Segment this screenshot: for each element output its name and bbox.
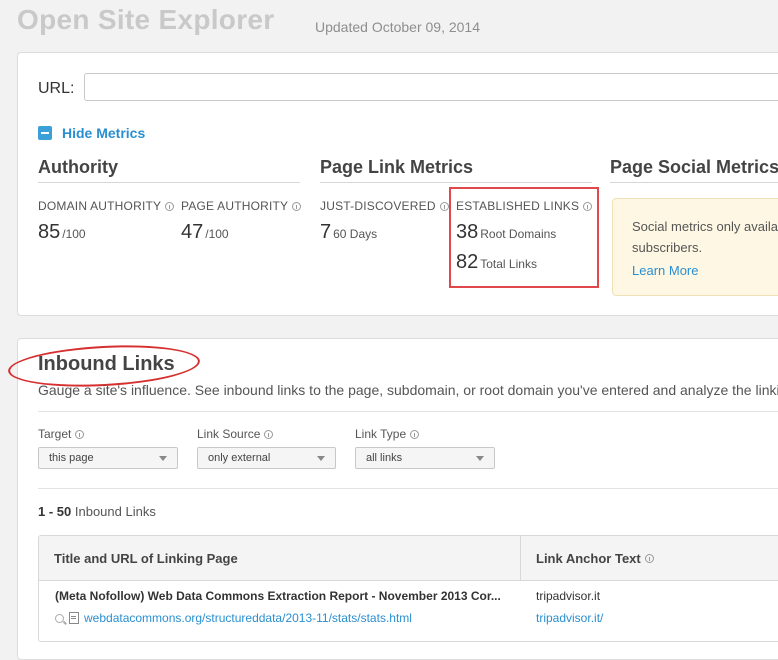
page-social-metrics-divider bbox=[610, 182, 778, 183]
link-type-select-value: all links bbox=[366, 452, 403, 464]
link-type-select[interactable]: all links bbox=[355, 447, 495, 469]
inbound-links-panel: Inbound Links Gauge a site's influence. … bbox=[7, 338, 778, 660]
column-header-anchor-text[interactable]: Link Anchor Text bbox=[536, 551, 654, 566]
inbound-links-count: 1 - 50 Inbound Links bbox=[38, 504, 156, 519]
authority-heading: Authority bbox=[38, 157, 118, 177]
info-icon[interactable] bbox=[165, 201, 175, 211]
just-discovered-label: JUST-DISCOVERED bbox=[320, 199, 449, 213]
domain-authority-unit: /100 bbox=[62, 227, 86, 241]
count-suffix: Inbound Links bbox=[74, 504, 156, 519]
social-notice-text: Social metrics only availab subscribers.… bbox=[632, 216, 778, 281]
domain-authority-label-text: DOMAIN AUTHORITY bbox=[38, 199, 162, 213]
link-source-select[interactable]: only external bbox=[197, 447, 336, 469]
metrics-panel: URL: Hide Metrics Authority Page Link Me… bbox=[17, 52, 778, 316]
link-source-select-value: only external bbox=[208, 452, 271, 464]
social-metrics-notice: Social metrics only availab subscribers.… bbox=[612, 198, 778, 296]
info-icon[interactable] bbox=[292, 201, 302, 211]
domain-authority-number: 85 bbox=[38, 221, 61, 243]
info-icon[interactable] bbox=[410, 429, 420, 439]
page-authority-unit: /100 bbox=[205, 227, 229, 241]
chevron-down-icon bbox=[317, 456, 325, 461]
domain-authority-value: 85/100 bbox=[38, 221, 86, 244]
updated-date: Updated October 09, 2014 bbox=[315, 19, 481, 35]
info-icon[interactable] bbox=[264, 429, 274, 439]
page-icon[interactable] bbox=[69, 612, 79, 624]
page-authority-label-text: PAGE AUTHORITY bbox=[181, 199, 289, 213]
link-type-filter-label: Link Type bbox=[355, 427, 420, 441]
linking-page-url[interactable]: webdatacommons.org/structureddata/2013-1… bbox=[84, 611, 412, 625]
table-row: (Meta Nofollow) Web Data Commons Extract… bbox=[39, 581, 778, 641]
url-label: URL: bbox=[38, 80, 75, 97]
anchor-target-url[interactable]: tripadvisor.it/ bbox=[536, 611, 603, 625]
inbound-links-heading: Inbound Links bbox=[38, 353, 175, 375]
magnifier-icon[interactable] bbox=[55, 613, 64, 623]
linking-page-url-cell: webdatacommons.org/structureddata/2013-1… bbox=[55, 611, 412, 625]
url-input[interactable] bbox=[84, 73, 778, 101]
social-notice-line2: subscribers. bbox=[632, 240, 703, 255]
just-discovered-unit: 60 Days bbox=[333, 227, 378, 241]
app-title: Open Site Explorer bbox=[17, 4, 275, 35]
just-discovered-number: 7 bbox=[320, 221, 332, 243]
target-filter-label: Target bbox=[38, 427, 85, 441]
domain-authority-label: DOMAIN AUTHORITY bbox=[38, 199, 175, 213]
page-authority-value: 47/100 bbox=[181, 221, 229, 244]
target-select-value: this page bbox=[49, 452, 94, 464]
info-icon[interactable] bbox=[439, 201, 449, 211]
chevron-down-icon bbox=[159, 456, 167, 461]
count-range: 1 - 50 bbox=[38, 504, 72, 519]
column-header-title-url[interactable]: Title and URL of Linking Page bbox=[54, 551, 238, 566]
link-source-filter-label-text: Link Source bbox=[197, 427, 261, 441]
linking-page-title: (Meta Nofollow) Web Data Commons Extract… bbox=[55, 589, 501, 603]
target-filter-label-text: Target bbox=[38, 427, 72, 441]
collapse-icon[interactable] bbox=[38, 126, 52, 140]
info-icon[interactable] bbox=[75, 429, 85, 439]
learn-more-link[interactable]: Learn More bbox=[632, 260, 778, 281]
established-links-highlight bbox=[449, 187, 599, 288]
page-link-metrics-divider bbox=[320, 182, 592, 183]
target-select[interactable]: this page bbox=[38, 447, 178, 469]
info-icon[interactable] bbox=[644, 554, 654, 563]
page-link-metrics-heading: Page Link Metrics bbox=[320, 157, 474, 177]
just-discovered-label-text: JUST-DISCOVERED bbox=[320, 199, 436, 213]
just-discovered-value: 7 60 Days bbox=[320, 221, 377, 244]
hide-metrics-toggle[interactable]: Hide Metrics bbox=[38, 125, 145, 141]
column-header-anchor-text-label: Link Anchor Text bbox=[536, 551, 641, 566]
hide-metrics-label[interactable]: Hide Metrics bbox=[62, 125, 145, 141]
divider bbox=[38, 411, 778, 412]
chevron-down-icon bbox=[476, 456, 484, 461]
social-notice-line1: Social metrics only availab bbox=[632, 219, 778, 234]
link-type-filter-label-text: Link Type bbox=[355, 427, 407, 441]
inbound-links-description: Gauge a site's influence. See inbound li… bbox=[38, 382, 778, 398]
page-social-metrics-heading: Page Social Metrics bbox=[610, 157, 778, 177]
anchor-text: tripadvisor.it bbox=[536, 589, 601, 603]
page-authority-label: PAGE AUTHORITY bbox=[181, 199, 302, 213]
page-authority-number: 47 bbox=[181, 221, 204, 243]
link-source-filter-label: Link Source bbox=[197, 427, 274, 441]
table-header: Title and URL of Linking Page Link Ancho… bbox=[39, 536, 778, 581]
authority-divider bbox=[38, 182, 300, 183]
inbound-links-table: Title and URL of Linking Page Link Ancho… bbox=[38, 535, 778, 642]
divider bbox=[38, 488, 778, 489]
